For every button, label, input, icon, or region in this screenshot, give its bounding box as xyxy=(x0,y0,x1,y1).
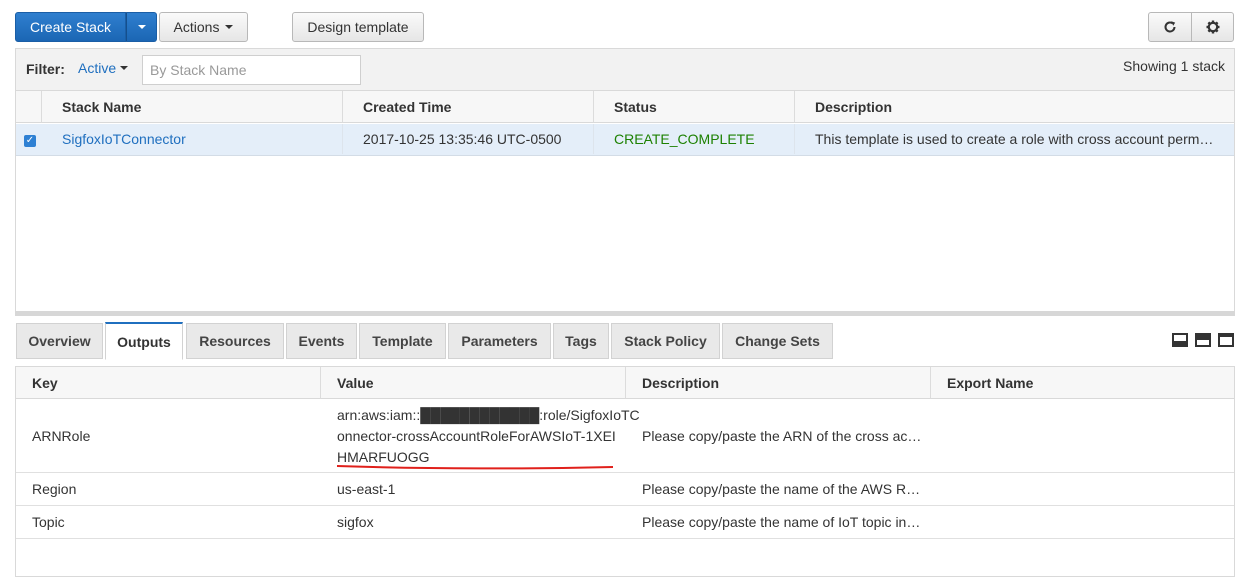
column-header-stack-name[interactable]: Stack Name xyxy=(42,91,343,123)
gear-icon xyxy=(1206,20,1219,34)
stacks-table: Stack Name Created Time Status Descripti… xyxy=(15,90,1235,314)
stack-description: This template is used to create a role w… xyxy=(815,131,1214,147)
column-header-export-name[interactable]: Export Name xyxy=(931,367,1234,399)
refresh-icon xyxy=(1164,21,1176,33)
select-column-header xyxy=(16,91,42,123)
output-description: Please copy/paste the name of IoT topic … xyxy=(642,514,921,530)
tab-stack-policy[interactable]: Stack Policy xyxy=(611,323,720,359)
chevron-down-icon xyxy=(137,25,146,29)
tab-overview[interactable]: Overview xyxy=(16,323,103,359)
layout-full-icon[interactable] xyxy=(1218,333,1234,347)
actions-label: Actions xyxy=(173,19,220,35)
tab-parameters[interactable]: Parameters xyxy=(448,323,551,359)
outputs-table: Key Value Description Export Name ARNRol… xyxy=(15,366,1235,577)
column-header-key[interactable]: Key xyxy=(16,367,321,399)
tab-outputs[interactable]: Outputs xyxy=(105,322,183,360)
checkmark-icon: ✓ xyxy=(25,135,35,146)
output-key: Region xyxy=(32,481,77,497)
tab-tags[interactable]: Tags xyxy=(553,323,609,359)
tab-resources[interactable]: Resources xyxy=(186,323,284,359)
create-stack-dropdown-button[interactable] xyxy=(126,12,157,42)
value-line: arn:aws:iam::████████████:role/SigfoxIoT… xyxy=(337,407,640,423)
output-value: us-east-1 xyxy=(337,481,396,497)
column-header-status[interactable]: Status xyxy=(594,91,795,123)
annotation-underline xyxy=(336,465,614,470)
row-divider xyxy=(16,538,1234,539)
filter-status-value: Active xyxy=(78,60,117,76)
output-export-name xyxy=(931,506,1234,538)
value-line: onnector-crossAccountRoleForAWSIoT-1XEI xyxy=(337,428,616,444)
output-export-name xyxy=(931,400,1234,472)
column-header-created-time[interactable]: Created Time xyxy=(343,91,594,123)
output-export-name xyxy=(931,473,1234,505)
output-description: Please copy/paste the ARN of the cross a… xyxy=(642,428,922,444)
stack-created-time: 2017-10-25 13:35:46 UTC-0500 xyxy=(343,124,594,154)
stack-status: CREATE_COMPLETE xyxy=(594,124,795,154)
layout-half-icon[interactable] xyxy=(1195,333,1211,347)
tab-change-sets[interactable]: Change Sets xyxy=(722,323,833,359)
chevron-down-icon xyxy=(225,25,234,29)
column-header-description[interactable]: Description xyxy=(626,367,931,399)
refresh-button[interactable] xyxy=(1148,12,1192,42)
output-key: Topic xyxy=(32,514,65,530)
panel-resize-handle[interactable] xyxy=(15,311,1235,316)
create-stack-label: Create Stack xyxy=(30,19,111,35)
column-header-value[interactable]: Value xyxy=(321,367,626,399)
tab-events[interactable]: Events xyxy=(286,323,357,359)
stack-name-search-input[interactable] xyxy=(142,55,361,85)
design-template-button[interactable]: Design template xyxy=(292,12,424,42)
design-template-label: Design template xyxy=(307,19,409,35)
actions-button[interactable]: Actions xyxy=(159,12,248,42)
column-header-description[interactable]: Description xyxy=(795,91,1234,123)
chevron-down-icon xyxy=(120,66,129,70)
tab-template[interactable]: Template xyxy=(359,323,446,359)
settings-button[interactable] xyxy=(1191,12,1234,42)
output-description: Please copy/paste the name of the AWS R… xyxy=(642,481,921,497)
row-select-checkbox[interactable]: ✓ xyxy=(24,135,36,147)
filter-label: Filter: xyxy=(26,61,65,77)
output-key: ARNRole xyxy=(32,428,91,444)
filter-status-dropdown[interactable]: Active xyxy=(78,60,129,76)
layout-bottom-icon[interactable] xyxy=(1172,333,1188,347)
output-value-arn: arn:aws:iam::████████████:role/SigfoxIoT… xyxy=(336,405,640,470)
create-stack-button[interactable]: Create Stack xyxy=(15,12,126,42)
stack-name-link[interactable]: SigfoxIoTConnector xyxy=(42,124,343,154)
output-value: sigfox xyxy=(337,514,374,530)
stack-count-text: Showing 1 stack xyxy=(1123,58,1225,74)
